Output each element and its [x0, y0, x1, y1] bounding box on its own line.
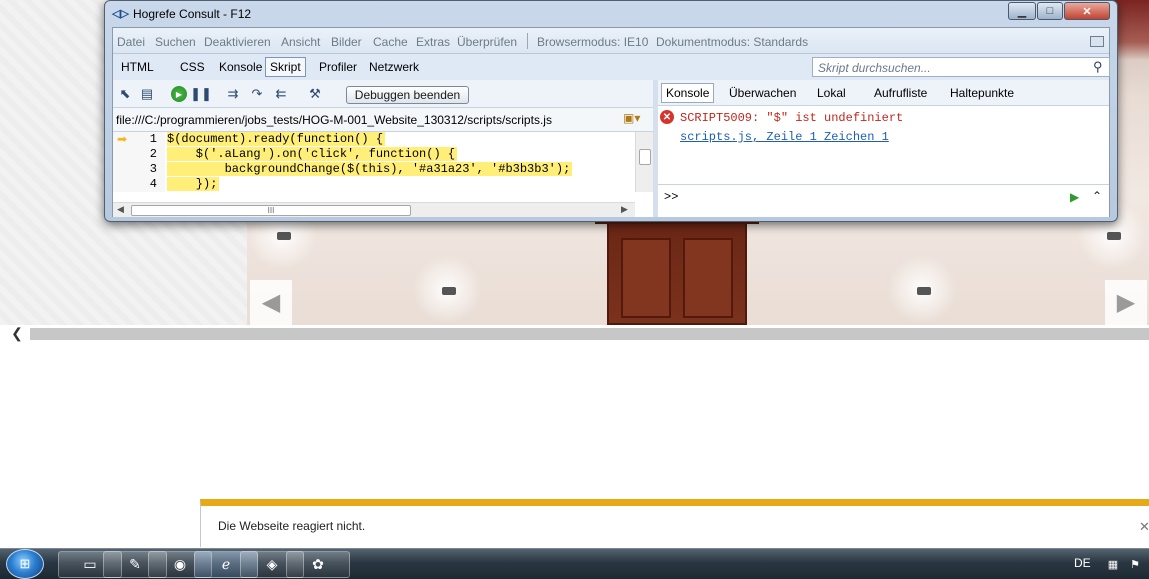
menu-browser-mode[interactable]: Browsermodus: IE10	[537, 35, 648, 49]
tab-call-stack[interactable]: Aufrufliste	[874, 86, 927, 100]
minimize-button[interactable]: ▁	[1008, 2, 1036, 20]
menu-bilder[interactable]: Bilder	[331, 35, 362, 49]
wall-lamp	[412, 255, 482, 325]
error-message: SCRIPT5009: "$" ist undefiniert	[680, 111, 904, 125]
code-horizontal-scrollbar[interactable]: ◀ III ▶	[113, 202, 635, 217]
console-pane: Konsole Überwachen Lokal Aufrufliste Hal…	[658, 80, 1109, 217]
tab-konsole[interactable]: Konsole	[215, 60, 266, 74]
scrollbar-thumb[interactable]	[639, 149, 651, 165]
script-file-path[interactable]: file:///C:/programmieren/jobs_tests/HOG-…	[116, 113, 552, 127]
ie-icon: ◁▷	[112, 8, 129, 20]
menu-cache[interactable]: Cache	[373, 35, 408, 49]
code-text: $('.aLang').on('click', function() {	[167, 147, 458, 161]
search-placeholder: Skript durchsuchen...	[818, 61, 931, 75]
pointer-icon[interactable]: ⬉	[117, 86, 133, 102]
search-icon[interactable]: ⚲	[1093, 59, 1103, 75]
code-vertical-scrollbar[interactable]	[635, 132, 653, 192]
script-search-input[interactable]: Skript durchsuchen... ⚲	[812, 57, 1110, 77]
code-text: $(document).ready(function() {	[167, 132, 386, 146]
break-icon[interactable]: ▤	[139, 86, 155, 102]
flag-icon[interactable]: ⚑	[1128, 557, 1142, 571]
tab-skript[interactable]: Skript	[265, 57, 306, 77]
close-button[interactable]: ✕	[1064, 2, 1110, 20]
notification-bar: Die Webseite reagiert nicht. ✕	[200, 499, 1149, 547]
main-tab-bar: HTML CSS Konsole Skript Profiler Netzwer…	[113, 54, 1110, 80]
tab-watch[interactable]: Überwachen	[729, 86, 796, 100]
menu-separator	[527, 33, 528, 49]
script-file-bar: file:///C:/programmieren/jobs_tests/HOG-…	[113, 108, 653, 132]
stop-debugging-button[interactable]: Debuggen beenden	[346, 86, 469, 104]
step-out-icon[interactable]: ⇇	[273, 86, 289, 102]
tab-breakpoints[interactable]: Haltepunkte	[950, 86, 1014, 100]
menu-ueberpruefen[interactable]: Überprüfen	[457, 35, 517, 49]
devtools-content: Datei Suchen Deaktivieren Ansicht Bilder…	[112, 27, 1110, 217]
console-input[interactable]: >> ▶ ⌃	[658, 184, 1109, 210]
scrollbar-track[interactable]	[30, 328, 1149, 340]
run-icon[interactable]: ▶	[1070, 190, 1079, 204]
debug-toolbar: ⬉ ▤ ▶ ❚❚ ⇉ ↷ ⇇ ⚒ Debuggen beenden	[113, 80, 653, 108]
console-tab-bar: Konsole Überwachen Lokal Aufrufliste Hal…	[658, 80, 1109, 106]
tab-css[interactable]: CSS	[176, 60, 209, 74]
menu-ansicht[interactable]: Ansicht	[281, 35, 320, 49]
start-icon[interactable]: ⊞	[6, 549, 44, 579]
hero-cabinet	[595, 214, 759, 325]
scroll-left-icon[interactable]: ◀	[117, 204, 124, 215]
code-text: });	[167, 177, 220, 191]
devtools-window: ◁▷ Hogrefe Consult - F12 ▁ □ ✕ Datei Suc…	[104, 0, 1118, 222]
line-number: 4	[149, 177, 157, 191]
wall-lamp	[887, 255, 957, 325]
notification-message: Die Webseite reagiert nicht.	[218, 519, 366, 533]
console-error-entry: ✕ SCRIPT5009: "$" ist undefiniert script…	[658, 108, 1109, 158]
network-icon[interactable]: ▦	[1106, 557, 1120, 571]
expand-icon[interactable]: ⌃	[1092, 189, 1102, 203]
line-number: 3	[149, 162, 157, 176]
step-over-icon[interactable]: ↷	[249, 86, 265, 102]
tab-locals[interactable]: Lokal	[817, 86, 846, 100]
tab-html[interactable]: HTML	[117, 60, 158, 74]
pause-icon[interactable]: ❚❚	[190, 86, 212, 102]
line-number: 2	[149, 147, 157, 161]
title-bar[interactable]: ◁▷ Hogrefe Consult - F12 ▁ □ ✕	[105, 1, 1117, 27]
error-icon: ✕	[660, 110, 674, 124]
taskbar: ⊞ ▭ ✎ ◉ ℯ ◈ ✿ DE ▦ ⚑	[0, 548, 1149, 579]
scrollbar-thumb[interactable]: III	[131, 205, 411, 216]
code-line[interactable]: 1 $(document).ready(function() {	[113, 132, 653, 147]
menu-bar: Datei Suchen Deaktivieren Ansicht Bilder…	[113, 28, 1109, 54]
tab-profiler[interactable]: Profiler	[315, 60, 361, 74]
error-source-link[interactable]: scripts.js, Zeile 1 Zeichen 1	[680, 130, 889, 144]
page-horizontal-scrollbar[interactable]: ❮	[0, 325, 1149, 342]
play-icon[interactable]: ▶	[171, 86, 187, 102]
close-icon[interactable]: ✕	[1139, 519, 1149, 535]
code-line[interactable]: 2 $('.aLang').on('click', function() {	[113, 147, 653, 162]
cabinet-door-right	[683, 238, 733, 318]
menu-extras[interactable]: Extras	[416, 35, 450, 49]
window-title: Hogrefe Consult - F12	[133, 7, 252, 21]
maximize-button[interactable]: □	[1037, 2, 1063, 20]
paint-icon[interactable]: ✿	[286, 551, 350, 578]
undock-icon[interactable]	[1090, 36, 1104, 47]
slider-next-button[interactable]: ▶	[1105, 280, 1147, 325]
slider-prev-button[interactable]: ◀	[250, 280, 292, 325]
code-view[interactable]: ➡ 1 $(document).ready(function() { 2 $('…	[113, 132, 653, 192]
code-line[interactable]: 4 });	[113, 177, 653, 192]
tab-netzwerk[interactable]: Netzwerk	[365, 60, 423, 74]
menu-suchen[interactable]: Suchen	[155, 35, 196, 49]
cabinet-door-left	[621, 238, 671, 318]
console-prompt: >>	[664, 190, 679, 204]
menu-datei[interactable]: Datei	[117, 35, 145, 49]
scroll-left-icon[interactable]: ❮	[8, 325, 26, 342]
menu-document-mode[interactable]: Dokumentmodus: Standards	[656, 35, 808, 49]
code-line[interactable]: 3 backgroundChange($(this), '#a31a23', '…	[113, 162, 653, 177]
scroll-right-icon[interactable]: ▶	[621, 204, 628, 215]
tab-console[interactable]: Konsole	[661, 83, 715, 103]
script-pane: ⬉ ▤ ▶ ❚❚ ⇉ ↷ ⇇ ⚒ Debuggen beenden file:/…	[113, 80, 653, 217]
step-into-icon[interactable]: ⇉	[225, 86, 241, 102]
language-indicator[interactable]: DE	[1074, 556, 1091, 570]
code-text: backgroundChange($(this), '#a31a23', '#b…	[167, 162, 573, 176]
menu-deaktivieren[interactable]: Deaktivieren	[204, 35, 271, 49]
line-number: 1	[149, 132, 157, 146]
settings-icon[interactable]: ⚒	[307, 86, 323, 102]
document-select-icon[interactable]: ▣▾	[623, 111, 649, 129]
